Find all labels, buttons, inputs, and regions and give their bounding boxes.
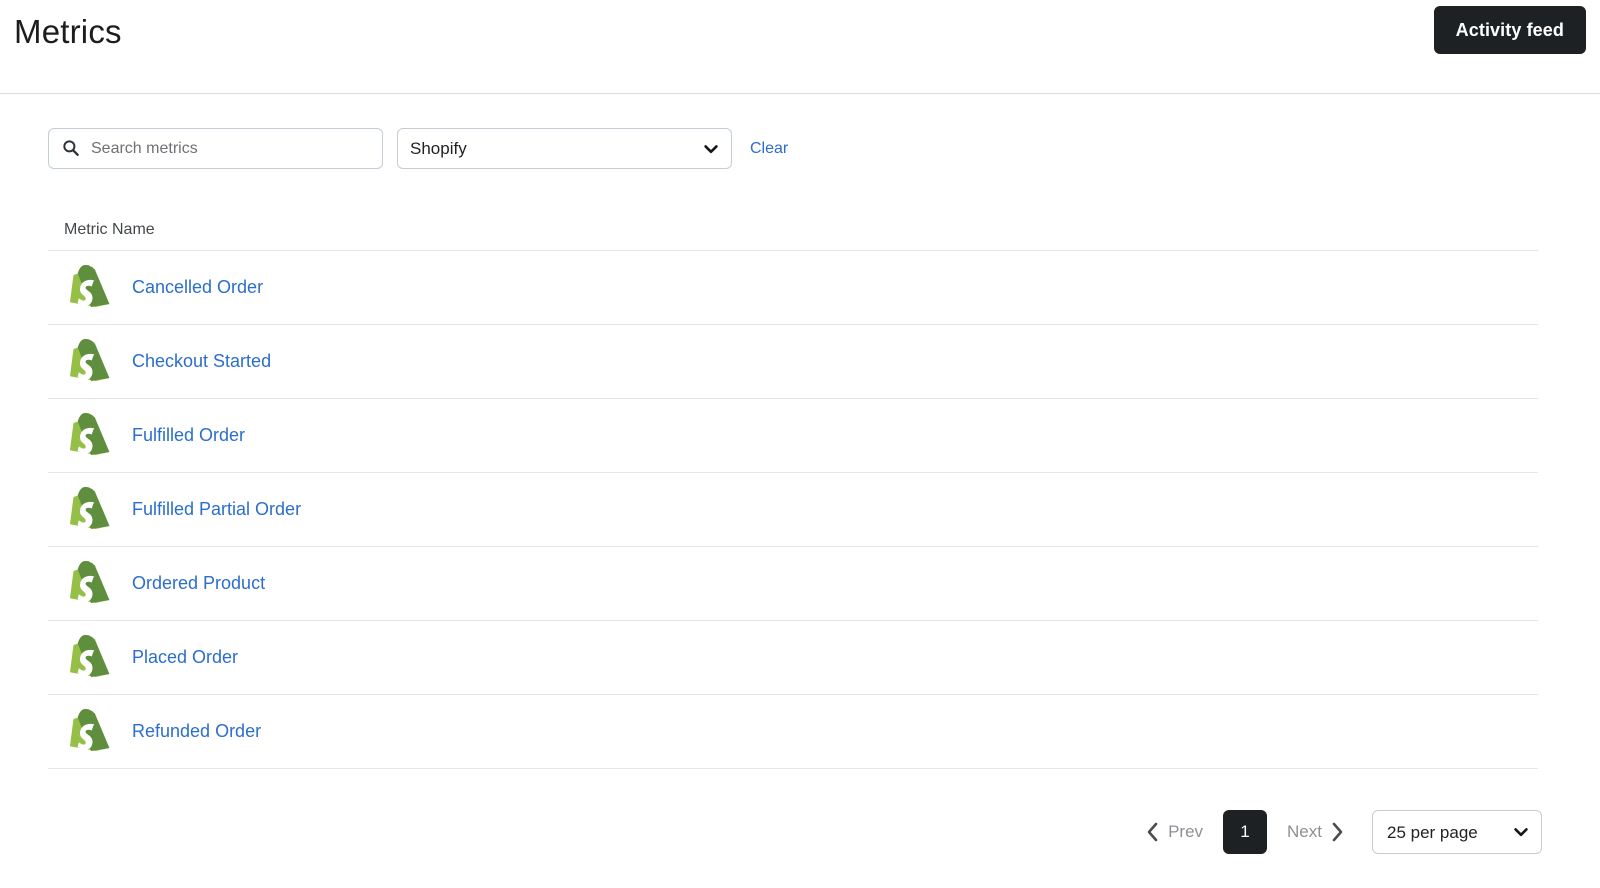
shopify-icon [70,486,110,529]
clear-filters-link[interactable]: Clear [750,140,788,158]
next-page-button[interactable]: Next [1281,822,1350,842]
chevron-left-icon [1147,822,1158,842]
shopify-icon [70,338,110,381]
integration-select[interactable]: Shopify [397,128,732,169]
column-header-metric-name: Metric Name [64,221,155,238]
metrics-table: Metric Name Cancelled Order Checkout Sta… [48,210,1538,769]
page-number-button[interactable]: 1 [1223,810,1268,854]
table-row[interactable]: Fulfilled Order [48,399,1538,473]
shopify-icon [70,708,110,751]
activity-feed-button[interactable]: Activity feed [1433,6,1586,54]
metric-name-link[interactable]: Placed Order [132,647,238,668]
table-row[interactable]: Cancelled Order [48,251,1538,325]
activity-feed-button-label: Activity feed [1455,19,1564,40]
table-row[interactable]: Ordered Product [48,547,1538,621]
filter-toolbar: Shopify Clear [48,128,788,169]
pagination: Prev 1 Next 25 per page [1140,808,1542,856]
table-row[interactable]: Placed Order [48,621,1538,695]
prev-page-button[interactable]: Prev [1140,822,1209,842]
shopify-icon [70,560,110,603]
per-page-select[interactable]: 25 per page [1372,810,1542,854]
metric-name-link[interactable]: Ordered Product [132,573,265,594]
page-header: Metrics Activity feed [0,0,1600,94]
per-page-select-wrapper[interactable]: 25 per page [1372,810,1542,854]
shopify-icon [70,264,110,307]
table-row[interactable]: Refunded Order [48,695,1538,769]
prev-page-label: Prev [1168,822,1204,841]
shopify-icon [70,634,110,677]
page-number-label: 1 [1240,822,1250,841]
next-page-label: Next [1287,822,1322,841]
metric-name-link[interactable]: Cancelled Order [132,277,263,298]
metric-name-link[interactable]: Checkout Started [132,351,271,372]
search-field[interactable] [48,128,383,169]
integration-select-wrapper[interactable]: Shopify [397,128,732,169]
chevron-right-icon [1332,822,1343,842]
metric-name-link[interactable]: Refunded Order [132,721,261,742]
table-header-row: Metric Name [48,210,1538,251]
table-row[interactable]: Fulfilled Partial Order [48,473,1538,547]
page-title: Metrics [14,13,122,50]
metric-name-link[interactable]: Fulfilled Order [132,425,245,446]
shopify-icon [70,412,110,455]
metric-name-link[interactable]: Fulfilled Partial Order [132,499,301,520]
table-row[interactable]: Checkout Started [48,325,1538,399]
search-input[interactable] [48,128,383,169]
